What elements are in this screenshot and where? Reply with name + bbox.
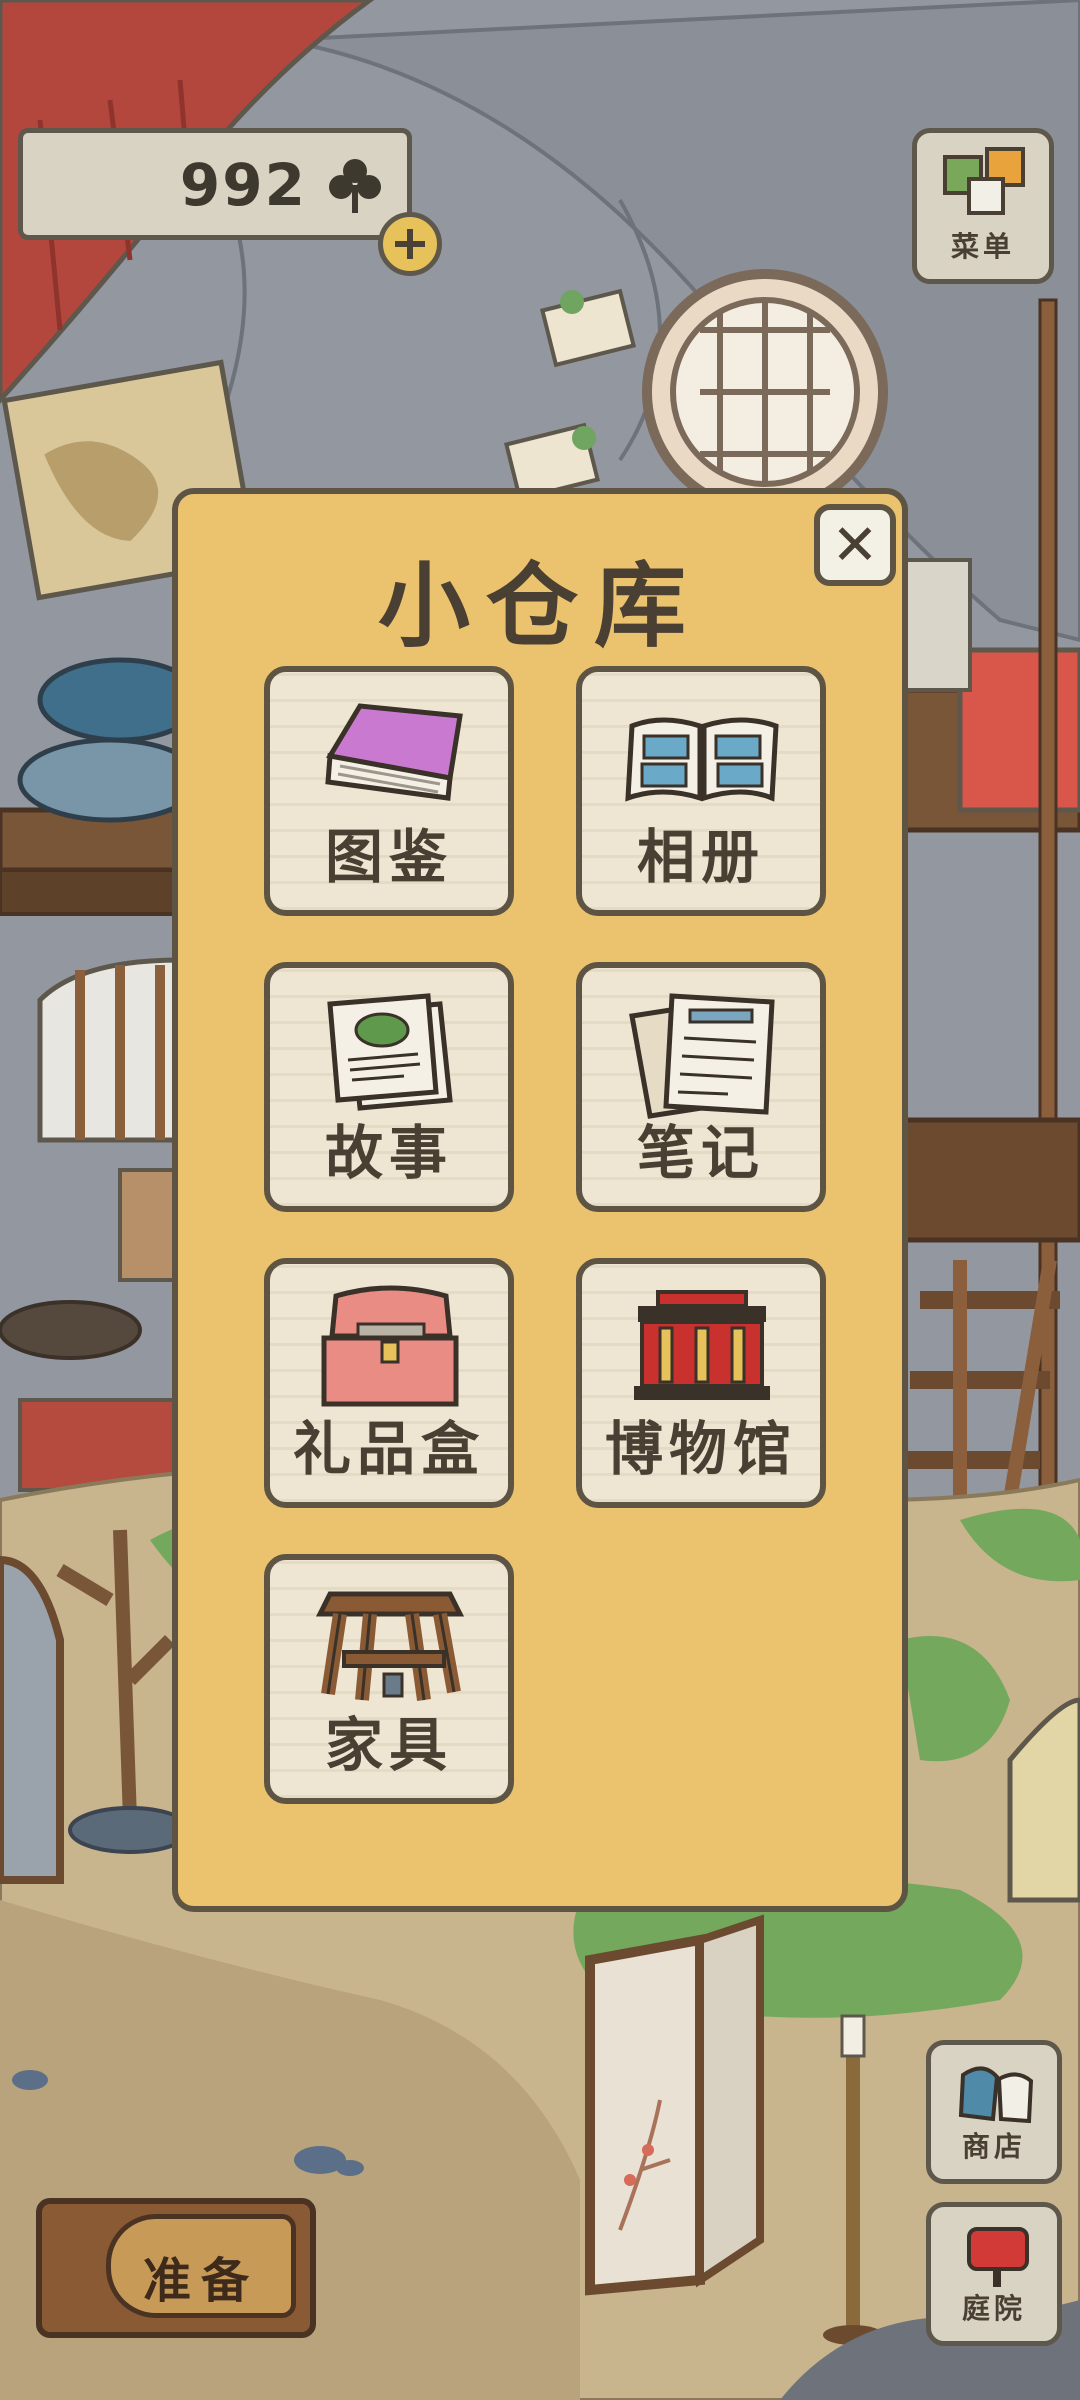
- storage-panel: 小仓库 ✕ 图鉴 相册 故事 笔记 礼品盒 博物馆 家具: [172, 488, 908, 1912]
- album-icon: [625, 717, 779, 802]
- museum-icon: [634, 1290, 770, 1400]
- tile-encyclopedia[interactable]: 图鉴: [264, 666, 514, 916]
- tile-label: 礼品盒: [292, 1415, 485, 1483]
- prepare-label: 准备: [142, 2253, 259, 2309]
- close-button[interactable]: ✕: [814, 504, 896, 586]
- tile-furniture[interactable]: 家具: [264, 1554, 514, 1804]
- menu-button[interactable]: 菜单: [912, 128, 1054, 284]
- shop-bags-icon: [958, 2066, 1034, 2124]
- yard-label: 庭院: [961, 2292, 1026, 2325]
- tile-museum[interactable]: 博物馆: [576, 1258, 826, 1508]
- panel-title: 小仓库: [377, 553, 702, 660]
- tile-label: 家具: [324, 1711, 453, 1779]
- shop-button[interactable]: 商店: [926, 2040, 1062, 2184]
- clover-counter: 992: [18, 128, 412, 240]
- tile-gift-box[interactable]: 礼品盒: [264, 1258, 514, 1508]
- tile-notes[interactable]: 笔记: [576, 962, 826, 1212]
- tile-story[interactable]: 故事: [264, 962, 514, 1212]
- tile-album[interactable]: 相册: [576, 666, 826, 916]
- clover-count: 992: [179, 151, 307, 219]
- yard-button[interactable]: 庭院: [926, 2202, 1062, 2346]
- menu-icon: [943, 147, 1025, 215]
- book-icon: [325, 703, 463, 801]
- add-clover-button[interactable]: [378, 212, 442, 276]
- prepare-plaque: 准备: [106, 2214, 296, 2318]
- mailbox-icon: [967, 2227, 1029, 2287]
- tile-label: 博物馆: [604, 1415, 797, 1483]
- story-card-icon: [327, 993, 453, 1111]
- prepare-button[interactable]: 准备: [36, 2198, 316, 2338]
- gift-box-icon: [321, 1285, 459, 1407]
- clover-icon: [329, 159, 381, 213]
- notes-icon: [629, 993, 775, 1119]
- close-icon: ✕: [831, 513, 879, 578]
- tile-label: 图鉴: [324, 823, 453, 891]
- tile-label: 相册: [636, 823, 765, 891]
- furniture-stool-icon: [315, 1591, 465, 1701]
- menu-label: 菜单: [950, 230, 1015, 263]
- shop-label: 商店: [961, 2130, 1026, 2163]
- tile-label: 笔记: [636, 1119, 765, 1187]
- tile-label: 故事: [324, 1119, 453, 1187]
